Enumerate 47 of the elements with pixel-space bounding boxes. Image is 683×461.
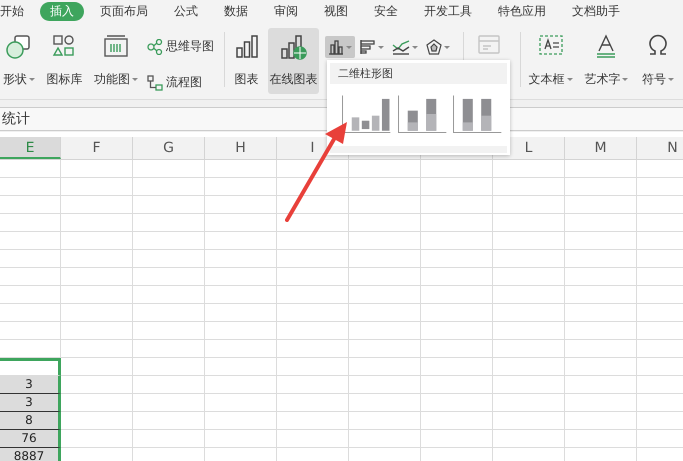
table-cell: 8887 <box>0 448 61 461</box>
menu-tab[interactable]: 公式 <box>164 2 208 20</box>
flowchart-icon <box>147 74 164 90</box>
line-chart-icon <box>392 39 410 55</box>
column-chart-icon <box>328 39 344 55</box>
function-chart-icon <box>102 34 129 58</box>
online-chart-icon <box>280 34 308 60</box>
dropdown-title: 二维柱形图 <box>330 63 507 84</box>
shapes-button[interactable]: 形状 <box>0 28 38 94</box>
column-header[interactable]: H <box>205 137 277 159</box>
column-header[interactable]: F <box>61 137 133 159</box>
table-cell: 3 <box>0 376 61 394</box>
text-box-icon <box>538 34 564 56</box>
menu-tab[interactable]: 开发工具 <box>414 2 482 20</box>
symbol-button[interactable]: 符号 <box>638 28 678 94</box>
mind-map-button[interactable]: 思维导图 <box>147 38 214 55</box>
online-chart-button[interactable]: 在线图表 <box>268 28 320 94</box>
bar-chart-icon <box>360 39 376 55</box>
icon-library-icon <box>52 34 76 58</box>
menu-tab[interactable]: 审阅 <box>264 2 308 20</box>
menu-tab[interactable]: 开始 <box>0 2 34 20</box>
table-cell: 3 <box>0 394 61 412</box>
table-cell: 76 <box>0 430 61 448</box>
radar-chart-icon <box>426 39 442 55</box>
menu-tab[interactable]: 页面布局 <box>90 2 158 20</box>
menu-tab[interactable]: 特色应用 <box>488 2 556 20</box>
word-art-button[interactable]: 艺术字 <box>580 28 633 94</box>
column-header[interactable]: G <box>133 137 205 159</box>
menu-tab[interactable]: 安全 <box>364 2 408 20</box>
icon-library-button[interactable]: 图标库 <box>44 28 85 94</box>
omega-icon <box>646 34 669 56</box>
column-header[interactable]: M <box>565 137 637 159</box>
menu-tab[interactable]: 文档助手 <box>562 2 630 20</box>
flowchart-button[interactable]: 流程图 <box>147 74 214 91</box>
column-header[interactable]: N <box>637 137 683 159</box>
chart-type-button[interactable] <box>325 36 356 58</box>
menu-tab[interactable]: 数据 <box>214 2 258 20</box>
disabled-tool-icon <box>477 34 502 56</box>
chart-button[interactable]: 图表 <box>231 28 262 94</box>
function-chart-button[interactable]: 功能图 <box>90 28 142 94</box>
shapes-icon <box>6 34 32 60</box>
word-art-icon <box>595 34 618 58</box>
bar-chart-icon <box>234 34 259 58</box>
table-cell: 8 <box>0 412 61 430</box>
menu-tab[interactable]: 视图 <box>314 2 358 20</box>
text-box-button[interactable]: 文本框 <box>527 28 574 94</box>
mind-map-icon <box>147 38 164 54</box>
